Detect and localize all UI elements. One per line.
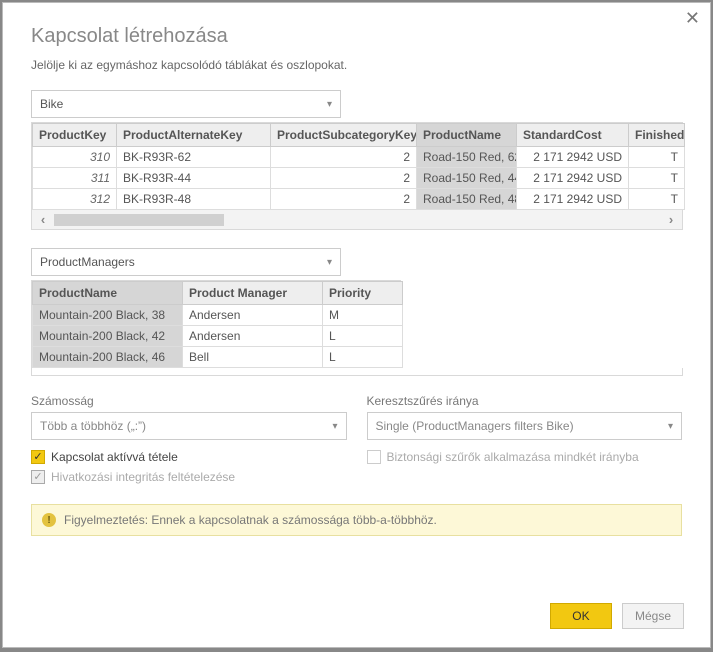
dialog-title: Kapcsolat létrehozása [31, 25, 682, 48]
referential-integrity-checkbox: ✓ Hivatkozási integritás feltételezése [31, 470, 347, 484]
table1-selector[interactable]: Bike ▾ [31, 90, 341, 118]
table1-selector-value: Bike [40, 97, 63, 111]
table2-header-row: ProductName Product Manager Priority [33, 282, 403, 305]
table2-preview: ProductName Product Manager Priority Mou… [31, 280, 401, 368]
table-row: 312 BK-R93R-48 2 Road-150 Red, 48 2 171 … [33, 189, 685, 210]
referential-integrity-label: Hivatkozási integritás feltételezése [51, 470, 235, 484]
warning-icon: ! [42, 513, 56, 527]
col-finishedgoodsflag[interactable]: FinishedGoodsFlag [629, 124, 685, 147]
table2-selector[interactable]: ProductManagers ▾ [31, 248, 341, 276]
table1-hscrollbar[interactable]: ‹ › [31, 210, 683, 230]
col-productsubcategorykey[interactable]: ProductSubcategoryKey [271, 124, 417, 147]
col-productname2[interactable]: ProductName [33, 282, 183, 305]
chevron-down-icon: ▾ [668, 421, 673, 432]
crossfilter-value: Single (ProductManagers filters Bike) [376, 419, 574, 433]
table-row: 311 BK-R93R-44 2 Road-150 Red, 44 2 171 … [33, 168, 685, 189]
scroll-right-icon[interactable]: › [660, 212, 682, 227]
dialog-subtitle: Jelölje ki az egymáshoz kapcsolódó táblá… [31, 58, 682, 72]
checkbox-icon: ✓ [31, 450, 45, 464]
table-row: Mountain-200 Black, 42 Andersen L [33, 326, 403, 347]
table-row: Mountain-200 Black, 46 Bell L [33, 347, 403, 368]
col-priority[interactable]: Priority [323, 282, 403, 305]
security-filter-checkbox: ✓ Biztonsági szűrők alkalmazása mindkét … [367, 450, 683, 464]
crossfilter-select[interactable]: Single (ProductManagers filters Bike) ▾ [367, 412, 683, 440]
chevron-down-icon: ▾ [332, 421, 337, 432]
table1-header-row: ProductKey ProductAlternateKey ProductSu… [33, 124, 685, 147]
crossfilter-label: Keresztszűrés iránya [367, 394, 683, 408]
chevron-down-icon: ▾ [327, 257, 332, 268]
cardinality-select[interactable]: Több a többhöz („:”) ▾ [31, 412, 347, 440]
col-productalternatekey[interactable]: ProductAlternateKey [117, 124, 271, 147]
active-relationship-checkbox[interactable]: ✓ Kapcsolat aktívvá tétele [31, 450, 347, 464]
scroll-thumb[interactable] [54, 214, 224, 226]
create-relationship-dialog: ✕ Kapcsolat létrehozása Jelölje ki az eg… [2, 2, 711, 648]
table2-selector-value: ProductManagers [40, 255, 135, 269]
col-standardcost[interactable]: StandardCost [517, 124, 629, 147]
warning-bar: ! Figyelmeztetés: Ennek a kapcsolatnak a… [31, 504, 682, 536]
scroll-track[interactable] [54, 214, 660, 226]
cancel-button[interactable]: Mégse [622, 603, 684, 629]
cardinality-value: Több a többhöz („:”) [40, 419, 146, 433]
scroll-left-icon[interactable]: ‹ [32, 212, 54, 227]
table-row: Mountain-200 Black, 38 Andersen M [33, 305, 403, 326]
checkbox-icon: ✓ [31, 470, 45, 484]
col-productmanager[interactable]: Product Manager [183, 282, 323, 305]
close-icon[interactable]: ✕ [685, 9, 700, 27]
cardinality-label: Számosság [31, 394, 347, 408]
security-filter-label: Biztonsági szűrők alkalmazása mindkét ir… [387, 450, 639, 464]
ok-button[interactable]: OK [550, 603, 612, 629]
warning-text: Figyelmeztetés: Ennek a kapcsolatnak a s… [64, 513, 437, 527]
active-relationship-label: Kapcsolat aktívvá tétele [51, 450, 178, 464]
table2-bottom-border [31, 368, 683, 376]
col-productname[interactable]: ProductName [417, 124, 517, 147]
table1-preview: ProductKey ProductAlternateKey ProductSu… [31, 122, 683, 210]
checkbox-icon: ✓ [367, 450, 381, 464]
table-row: 310 BK-R93R-62 2 Road-150 Red, 62 2 171 … [33, 147, 685, 168]
dialog-footer: OK Mégse [550, 603, 684, 629]
col-productkey[interactable]: ProductKey [33, 124, 117, 147]
chevron-down-icon: ▾ [327, 99, 332, 110]
